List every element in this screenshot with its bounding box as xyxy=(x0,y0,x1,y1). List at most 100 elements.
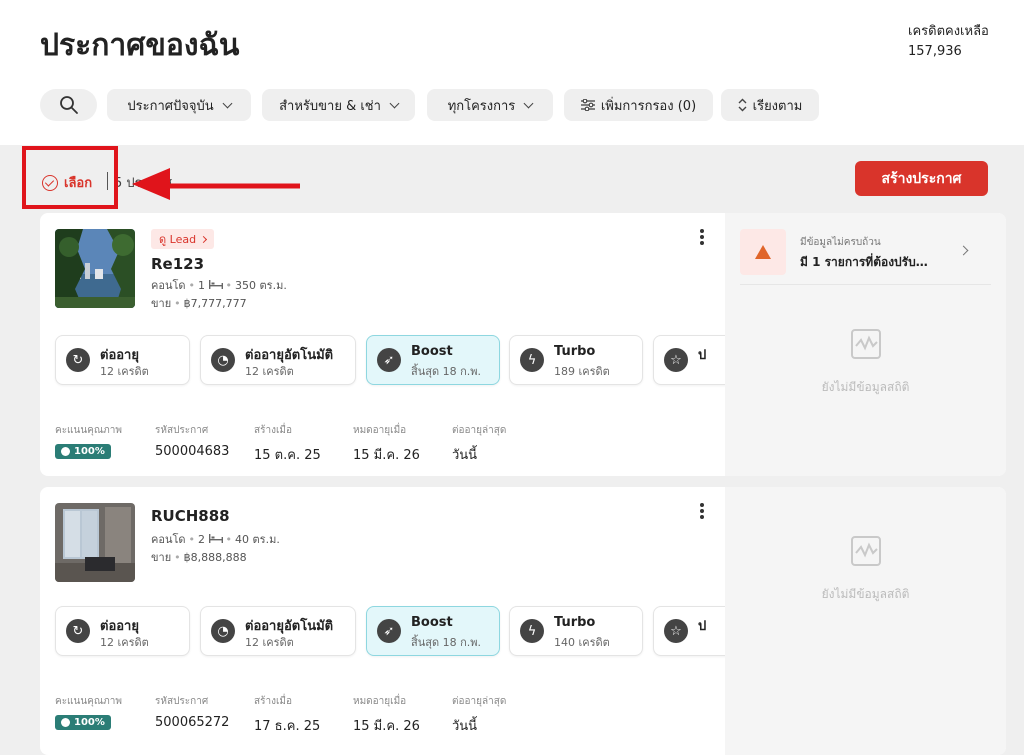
action-title: ป xyxy=(698,348,707,363)
view-lead-button[interactable]: ดู Lead xyxy=(151,229,215,249)
turbo-button[interactable]: ϟ Turbo 189 เครดิต xyxy=(509,335,643,385)
filter-projects[interactable]: ทุกโครงการ xyxy=(427,89,553,121)
city-view-image-icon xyxy=(55,229,135,308)
auto-renew-button[interactable]: ◔ ต่ออายุอัตโนมัติ 12 เครดิต xyxy=(200,335,356,385)
chart-icon xyxy=(850,536,881,566)
deal-type: ขาย xyxy=(151,297,172,310)
action-title: Boost xyxy=(411,344,453,359)
chevron-right-icon xyxy=(958,245,969,256)
quality-score: คะแนนคุณภาพ 100% xyxy=(55,696,122,730)
action-row: ↻ ต่ออายุ 12 เครดิต ◔ ต่ออายุอัตโนมัติ 1… xyxy=(55,606,725,656)
action-title: ป xyxy=(698,619,707,634)
rocket-icon: ➶ xyxy=(377,619,401,643)
listing-card: RUCH888 คอนโด • 2 • 40 ตร.ม. ขาย • ฿8,888,888… xyxy=(40,487,1006,755)
listing-main: RUCH888 คอนโด • 2 • 40 ตร.ม. ขาย • ฿8,888,888… xyxy=(40,487,725,755)
bedroom-count: 2 xyxy=(198,533,206,546)
chevron-right-icon xyxy=(200,235,208,243)
smile-icon xyxy=(61,718,70,727)
last-renewed: ต่ออายุล่าสุด วันนี้ xyxy=(452,425,507,463)
clock-icon: ◔ xyxy=(211,348,235,372)
bolt-icon: ϟ xyxy=(520,348,544,372)
listing-side-panel: ยังไม่มีข้อมูลสถิติ xyxy=(725,487,1006,755)
credits-value: 157,936 xyxy=(908,44,962,59)
featured-button[interactable]: ☆ ป xyxy=(653,606,725,656)
expiry-date: หมดอายุเมื่อ 15 มี.ค. 26 xyxy=(353,696,420,734)
auto-renew-button[interactable]: ◔ ต่ออายุอัตโนมัติ 12 เครดิต xyxy=(200,606,356,656)
page-header: ประกาศของฉัน เครดิตคงเหลือ 157,936 ประกา… xyxy=(0,0,1024,145)
listing-name[interactable]: RUCH888 xyxy=(151,507,230,525)
listing-price-row: ขาย • ฿8,888,888 xyxy=(151,551,247,564)
listing-card: ดู Lead Re123 คอนโด • 1 • 350 ตร.ม. ขาย • ฿7,… xyxy=(40,213,1006,476)
create-listing-button[interactable]: สร้างประกาศ xyxy=(855,161,988,196)
star-icon: ☆ xyxy=(664,619,688,643)
credits-label: เครดิตคงเหลือ xyxy=(908,24,989,39)
add-filter-button[interactable]: เพิ่มการกรอง (0) xyxy=(564,89,713,121)
search-icon xyxy=(59,96,78,114)
listing-id: รหัสประกาศ 500004683 xyxy=(155,425,230,459)
no-stats-placeholder: ยังไม่มีข้อมูลสถิติ xyxy=(725,328,1006,397)
filter-current[interactable]: ประกาศปัจจุบัน xyxy=(107,89,251,121)
add-filter-label: เพิ่มการกรอง (0) xyxy=(600,98,697,114)
featured-button[interactable]: ☆ ป xyxy=(653,335,725,385)
bed-icon xyxy=(208,280,223,289)
renew-button[interactable]: ↻ ต่ออายุ 12 เครดิต xyxy=(55,606,190,656)
action-sub: 12 เครดิต xyxy=(100,365,149,378)
more-options-icon[interactable] xyxy=(697,229,707,247)
clock-icon: ◔ xyxy=(211,619,235,643)
created-date: สร้างเมื่อ 17 ธ.ค. 25 xyxy=(254,696,321,734)
search-button[interactable] xyxy=(40,89,97,121)
filter-projects-label: ทุกโครงการ xyxy=(447,98,516,114)
action-sub: 140 เครดิต xyxy=(554,636,610,649)
boost-button[interactable]: ➶ Boost สิ้นสุด 18 ก.พ. xyxy=(366,606,500,656)
bolt-icon: ϟ xyxy=(520,619,544,643)
sliders-icon xyxy=(580,99,595,111)
highlight-box xyxy=(22,146,118,209)
property-type: คอนโด xyxy=(151,279,186,292)
boost-button[interactable]: ➶ Boost สิ้นสุด 18 ก.พ. xyxy=(366,335,500,385)
view-lead-label: ดู Lead xyxy=(159,233,197,246)
annotation-arrow-icon xyxy=(132,168,300,200)
deal-type: ขาย xyxy=(151,551,172,564)
refresh-icon: ↻ xyxy=(66,348,90,372)
listing-area: 350 ตร.ม. xyxy=(235,279,287,292)
more-options-icon[interactable] xyxy=(697,503,707,521)
listing-thumbnail[interactable] xyxy=(55,503,135,582)
turbo-button[interactable]: ϟ Turbo 140 เครดิต xyxy=(509,606,643,656)
action-title: Boost xyxy=(411,615,453,630)
renew-button[interactable]: ↻ ต่ออายุ 12 เครดิต xyxy=(55,335,190,385)
quality-score: คะแนนคุณภาพ 100% xyxy=(55,425,122,459)
listing-id: รหัสประกาศ 500065272 xyxy=(155,696,230,730)
action-sub: สิ้นสุด 18 ก.พ. xyxy=(411,636,481,649)
page-title: ประกาศของฉัน xyxy=(40,28,240,63)
listing-main: ดู Lead Re123 คอนโด • 1 • 350 ตร.ม. ขาย • ฿7,… xyxy=(40,213,725,476)
action-title: Turbo xyxy=(554,344,596,359)
expiry-date: หมดอายุเมื่อ 15 มี.ค. 26 xyxy=(353,425,420,463)
no-stats-placeholder: ยังไม่มีข้อมูลสถิติ xyxy=(725,535,1006,604)
action-sub: 189 เครดิต xyxy=(554,365,610,378)
created-date: สร้างเมื่อ 15 ต.ค. 25 xyxy=(254,425,321,463)
bedroom-count: 1 xyxy=(198,279,206,292)
listing-area: 40 ตร.ม. xyxy=(235,533,280,546)
listing-specs: คอนโด • 2 • 40 ตร.ม. xyxy=(151,533,280,546)
alert-sub: มี 1 รายการที่ต้องปรับปรุง xyxy=(800,255,930,269)
chevron-down-icon xyxy=(389,98,400,108)
filter-current-label: ประกาศปัจจุบัน xyxy=(127,98,214,114)
sort-button[interactable]: เรียงตาม xyxy=(721,89,819,121)
listing-price-row: ขาย • ฿7,777,777 xyxy=(151,297,247,310)
listing-name[interactable]: Re123 xyxy=(151,255,204,273)
smile-icon xyxy=(61,447,70,456)
listing-price: ฿8,888,888 xyxy=(183,551,247,564)
action-sub: สิ้นสุด 18 ก.พ. xyxy=(411,365,481,378)
last-renewed: ต่ออายุล่าสุด วันนี้ xyxy=(452,696,507,734)
chevron-down-icon xyxy=(222,98,233,108)
listing-specs: คอนโด • 1 • 350 ตร.ม. xyxy=(151,279,287,292)
warning-icon xyxy=(740,229,786,275)
action-sub: 12 เครดิต xyxy=(100,636,149,649)
incomplete-info-alert[interactable]: มีข้อมูลไม่ครบถ้วน มี 1 รายการที่ต้องปรั… xyxy=(740,229,991,285)
filter-type[interactable]: สำหรับขาย & เช่า xyxy=(262,89,415,121)
room-image-icon xyxy=(55,503,135,582)
sort-icon xyxy=(738,98,747,112)
rocket-icon: ➶ xyxy=(377,348,401,372)
sort-label: เรียงตาม xyxy=(752,98,803,114)
listing-thumbnail[interactable] xyxy=(55,229,135,308)
